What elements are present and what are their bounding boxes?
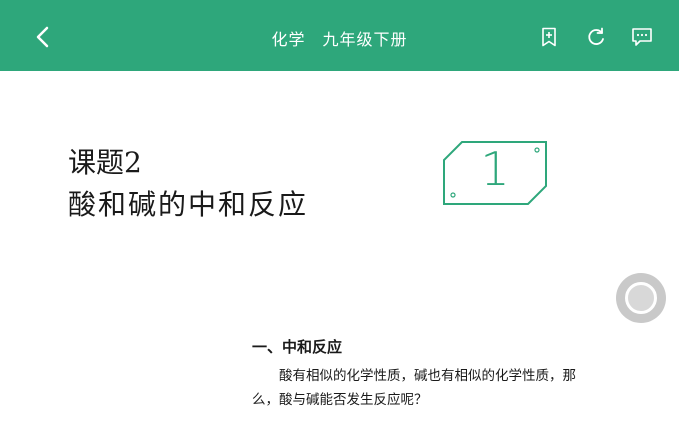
assistive-touch-button[interactable] [616, 273, 666, 323]
lesson-number: 课题2 [68, 146, 142, 179]
top-app-bar: 化学 九年级下册 [0, 0, 679, 71]
refresh-icon [588, 27, 604, 45]
comment-button[interactable] [629, 24, 655, 50]
lesson-name: 酸和碱的中和反应 [68, 188, 309, 221]
page-title: 化学 九年级下册 [271, 30, 408, 49]
section-paragraph: 酸有相似的化学性质，碱也有相似的化学性质，那么，酸与碱能否发生反应呢？ [252, 368, 576, 408]
refresh-button[interactable] [583, 24, 609, 50]
assistive-touch-icon [625, 282, 657, 314]
section-number-badge: 1 [442, 140, 548, 206]
section-title: 一、中和反应 [252, 338, 343, 356]
comment-icon [632, 28, 652, 46]
bookmark-add-icon [542, 27, 556, 47]
badge-digit: 1 [480, 142, 510, 196]
bookmark-add-button[interactable] [536, 24, 562, 50]
lesson-heading: 课题2 酸和碱的中和反应 [68, 143, 308, 227]
